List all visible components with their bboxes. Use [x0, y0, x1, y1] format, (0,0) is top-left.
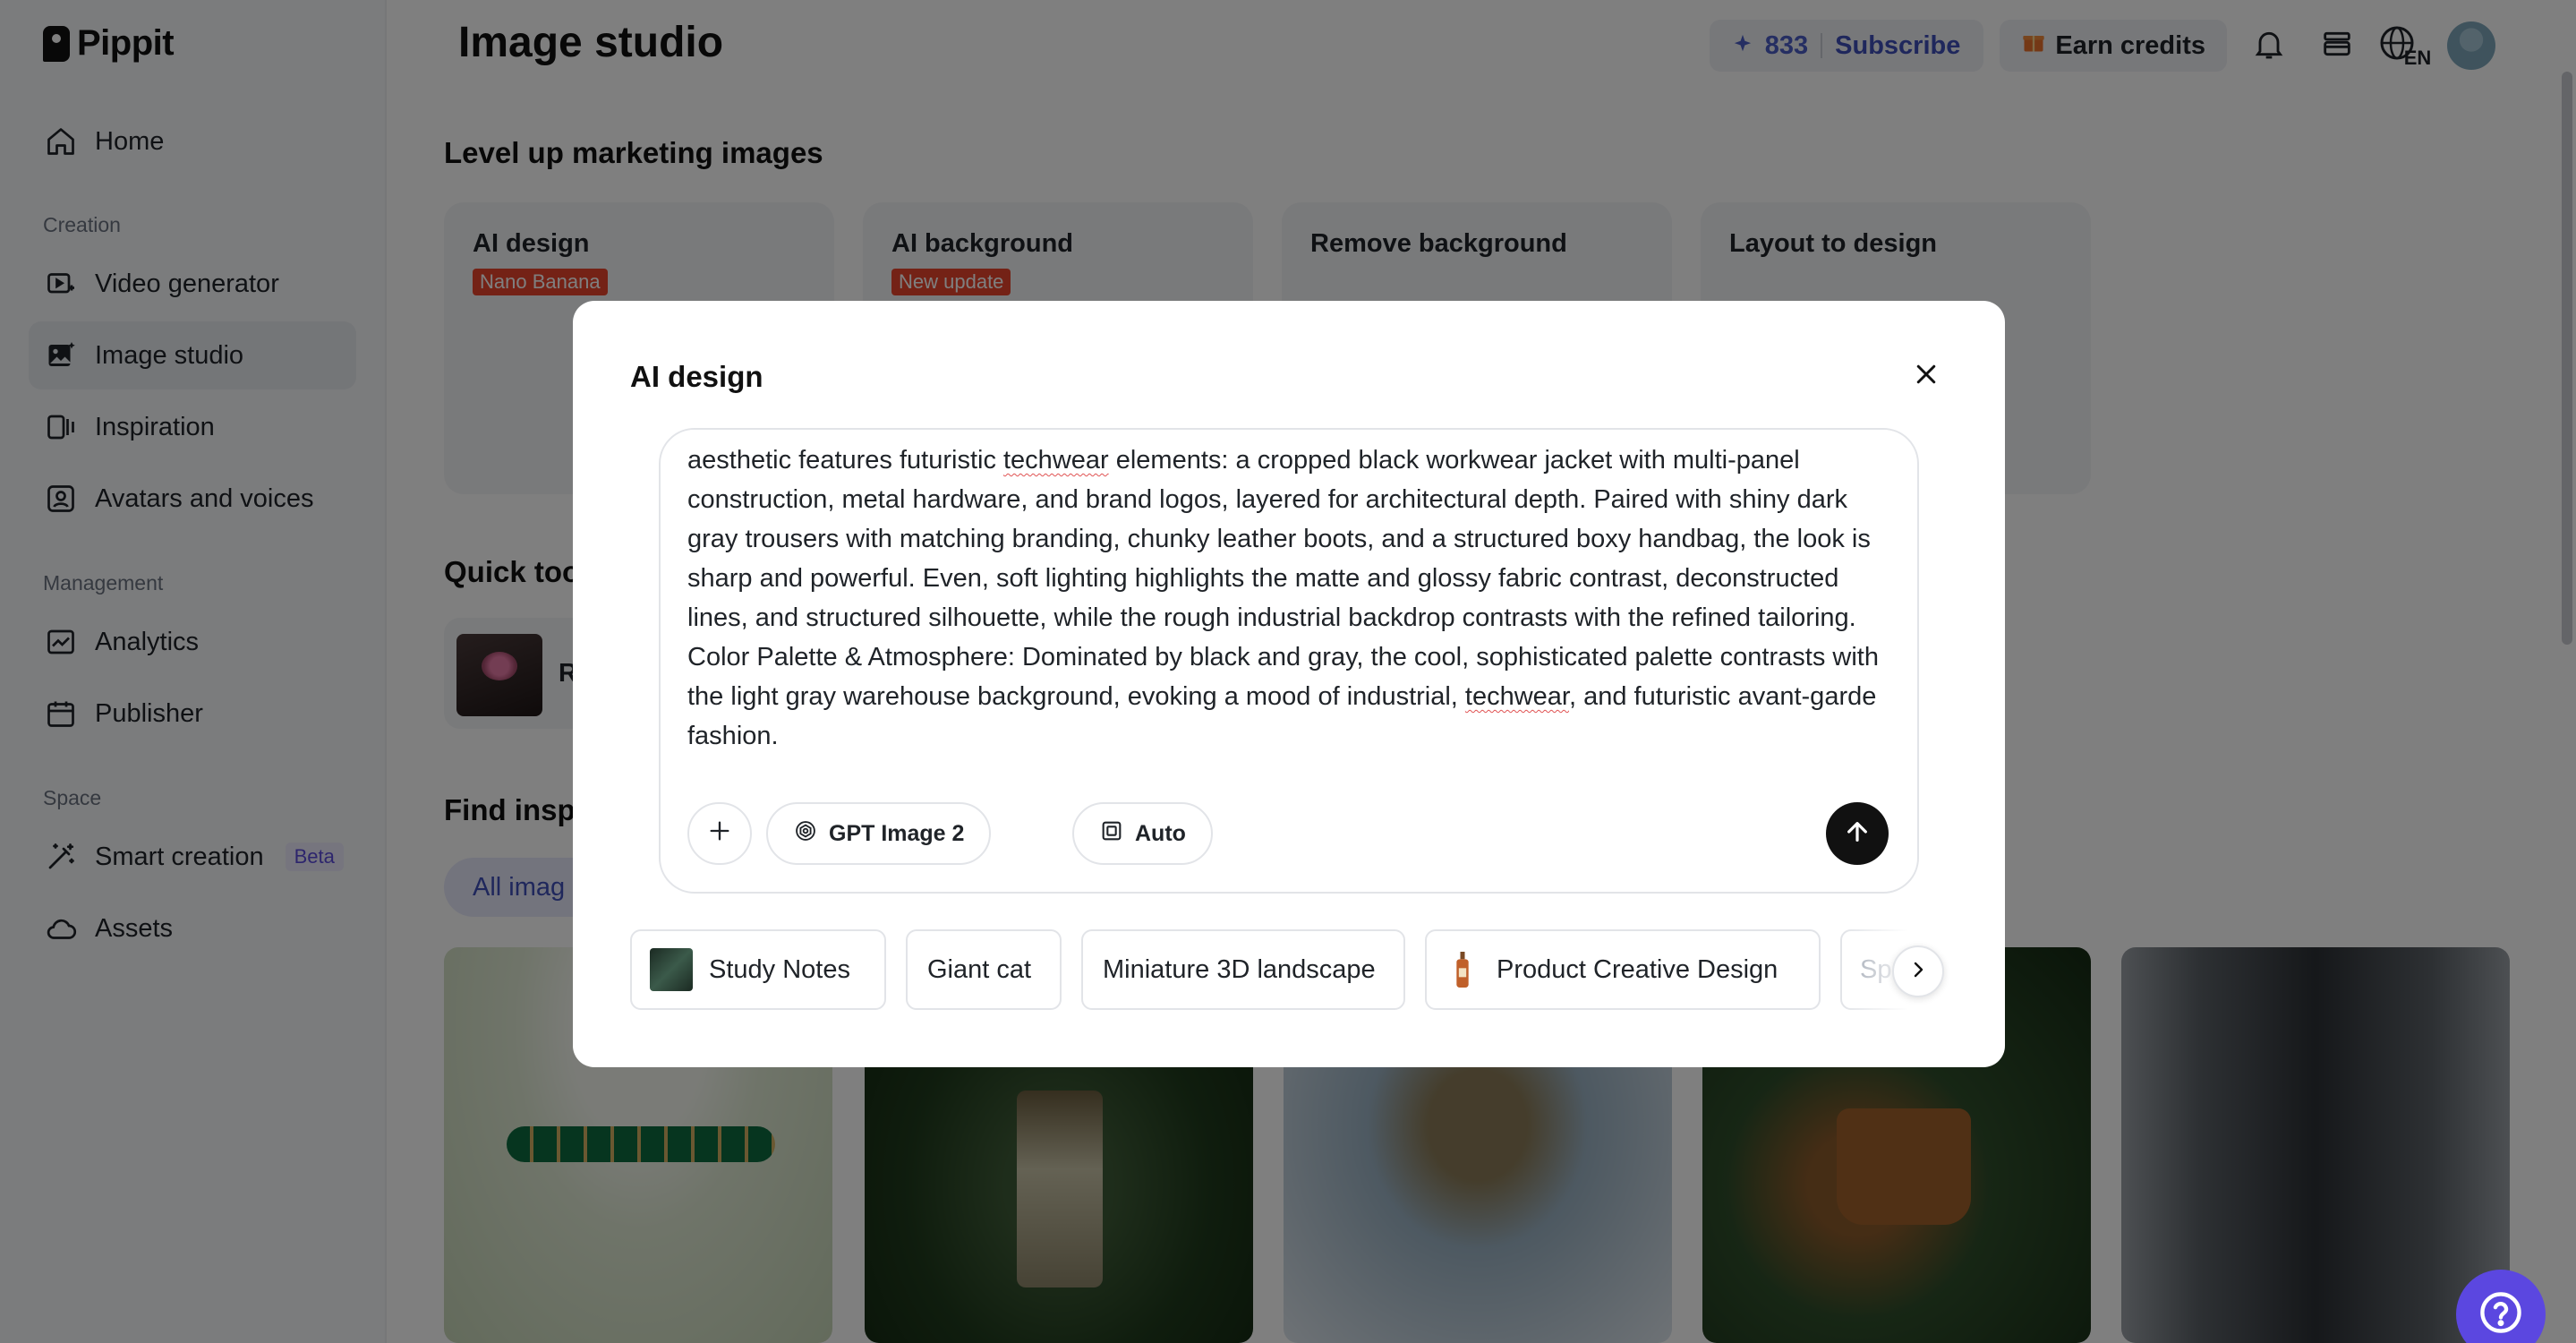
study-notes-thumbnail — [650, 948, 693, 991]
aspect-ratio-icon — [1099, 818, 1124, 850]
add-reference-button[interactable] — [687, 802, 752, 865]
close-icon — [1913, 361, 1940, 392]
plus-icon — [707, 818, 732, 850]
openai-icon — [793, 818, 818, 850]
suggestion-label: Miniature 3D landscape — [1103, 954, 1376, 984]
suggestion-chip-miniature-3d-landscape[interactable]: Miniature 3D landscape — [1081, 929, 1405, 1010]
suggestions-next-button[interactable] — [1892, 945, 1944, 997]
prompt-input[interactable]: aesthetic features futuristic techwear e… — [659, 428, 1919, 894]
aspect-ratio-selector[interactable]: Auto — [1072, 802, 1213, 865]
modal-title: AI design — [630, 360, 763, 393]
suggestion-chip-study-notes[interactable]: Study Notes — [630, 929, 886, 1010]
chevron-right-icon — [1907, 959, 1929, 985]
help-icon — [2478, 1289, 2524, 1340]
prompt-text[interactable]: aesthetic features futuristic techwear e… — [687, 441, 1892, 756]
arrow-up-icon — [1843, 817, 1872, 851]
close-button[interactable] — [1901, 351, 1951, 401]
prompt-segment: elements: a cropped black workwear jacke… — [687, 446, 1879, 711]
suggestion-chip-product-creative-design[interactable]: Product Creative Design — [1425, 929, 1821, 1010]
aspect-ratio-label: Auto — [1135, 820, 1186, 846]
model-selector[interactable]: GPT Image 2 — [766, 802, 992, 865]
model-label: GPT Image 2 — [829, 820, 965, 846]
bottle-icon — [1445, 948, 1480, 991]
ai-design-modal: AI design aesthetic features futuristic … — [573, 301, 2005, 1067]
suggestion-label: Study Notes — [709, 954, 850, 984]
prompt-scroll-fade — [661, 430, 1917, 451]
suggestion-chip-giant-cat[interactable]: Giant cat — [906, 929, 1062, 1010]
send-button[interactable] — [1826, 802, 1889, 865]
suggestion-label: Giant cat — [927, 954, 1032, 984]
misspelled-word: techwear — [1464, 682, 1569, 711]
suggestion-label: Product Creative Design — [1497, 954, 1778, 984]
